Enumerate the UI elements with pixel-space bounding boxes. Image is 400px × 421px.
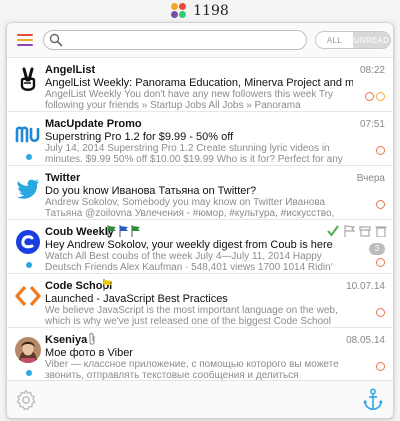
read-status-ring-icon[interactable] — [376, 362, 385, 371]
email-sender: Twitter — [45, 172, 81, 184]
flag-status-ring-icon[interactable] — [376, 92, 385, 101]
green-flag-icon[interactable] — [107, 225, 117, 237]
status-rings[interactable] — [374, 200, 385, 209]
filter-unread-button[interactable]: UNREAD — [353, 32, 390, 48]
email-sender: Coub Weekly — [45, 226, 114, 238]
flag-group — [107, 225, 143, 237]
read-status-ring-icon[interactable] — [365, 92, 374, 101]
read-status-ring-icon[interactable] — [376, 308, 385, 317]
search-input[interactable] — [67, 32, 301, 48]
status-rings[interactable] — [374, 308, 385, 317]
blue-flag-icon[interactable] — [119, 225, 129, 237]
email-date: 07:51 — [359, 119, 385, 130]
gear-icon[interactable] — [15, 389, 37, 411]
trash-icon[interactable] — [375, 225, 387, 237]
email-date: 08:22 — [359, 65, 385, 76]
email-preview: Viber — классное приложение, с помощью к… — [45, 359, 339, 380]
toolbar: ALL UNREAD — [7, 23, 393, 58]
archive-icon[interactable] — [359, 225, 371, 237]
email-subject: Superstring Pro 1.2 for $9.99 - 50% off — [45, 131, 234, 143]
email-preview: AngelList Weekly You don't have any new … — [45, 89, 333, 111]
email-preview: Andrew Sokolov, Somebody you may know on… — [45, 197, 335, 219]
status-rings[interactable] — [374, 258, 385, 267]
email-subject: AngelList Weekly: Panorama Education, Mi… — [45, 77, 353, 89]
read-status-ring-icon[interactable] — [376, 200, 385, 209]
unread-dot[interactable] — [26, 262, 32, 268]
email-row[interactable]: AngelList 08:22 AngelList Weekly: Panora… — [7, 58, 393, 112]
email-row[interactable]: MacUpdate Promo 07:51 Superstring Pro 1.… — [7, 112, 393, 166]
mu-logo-icon — [15, 126, 40, 143]
email-sender: MacUpdate Promo — [45, 118, 142, 130]
email-row[interactable]: Kseniya 08.05.14 Мое фото в Viber Viber … — [7, 328, 393, 380]
status-rings[interactable] — [363, 92, 385, 101]
checkmark-icon[interactable] — [327, 225, 339, 237]
code-brackets-icon — [15, 285, 41, 307]
search-icon — [49, 33, 63, 47]
app-logo-icon — [171, 3, 189, 19]
green-flag-icon[interactable] — [131, 225, 141, 237]
email-preview: July 14, 2014 Superstring Pro 1.2 Create… — [45, 143, 343, 165]
email-subject: Мое фото в Viber — [45, 347, 133, 359]
mail-popover: ALL UNREAD AngelList 08:22 AngelList Wee… — [6, 22, 394, 419]
flag-outline-icon[interactable] — [343, 225, 355, 237]
anchor-icon[interactable] — [363, 388, 383, 412]
thread-count-badge: 3 — [369, 243, 385, 255]
email-preview: We believe JavaScript is the most import… — [45, 305, 338, 327]
flag-group — [103, 279, 115, 291]
menubar-status[interactable]: 1198 — [0, 0, 400, 22]
email-preview: Watch All Best coubs of the week July 4—… — [45, 251, 333, 273]
email-date: 08.05.14 — [346, 335, 385, 346]
search-box[interactable] — [43, 30, 307, 50]
twitter-bird-icon — [17, 179, 39, 199]
email-sender: AngelList — [45, 64, 96, 76]
email-list: AngelList 08:22 AngelList Weekly: Panora… — [7, 58, 393, 380]
read-status-ring-icon[interactable] — [376, 146, 385, 155]
email-row[interactable]: Twitter Вчера Do you know Иванова Татьян… — [7, 166, 393, 220]
victory-hand-icon — [20, 67, 36, 91]
avatar-photo — [15, 337, 41, 363]
coub-logo-icon — [16, 230, 40, 254]
filter-toggle[interactable]: ALL UNREAD — [315, 31, 391, 49]
email-sender: Kseniya — [45, 334, 88, 346]
unread-dot[interactable] — [26, 370, 32, 376]
email-date: Вчера — [356, 173, 385, 184]
email-subject: Do you know Иванова Татьяна on Twitter? — [45, 185, 257, 197]
yellow-flag-icon[interactable] — [103, 279, 113, 291]
unread-dot[interactable] — [26, 154, 32, 160]
read-status-ring-icon[interactable] — [376, 258, 385, 267]
email-subject: Launched - JavaScript Best Practices — [45, 293, 228, 305]
status-rings[interactable] — [374, 146, 385, 155]
email-subject: Hey Andrew Sokolov, your weekly digest f… — [45, 239, 333, 251]
row-actions — [323, 225, 387, 237]
status-rings[interactable] — [374, 362, 385, 371]
email-row[interactable]: Code School 10.07.14 Launched - JavaScri… — [7, 274, 393, 328]
footer-bar — [7, 380, 393, 418]
hamburger-menu-icon[interactable] — [17, 33, 33, 47]
filter-all-button[interactable]: ALL — [316, 32, 353, 48]
email-row[interactable]: Coub Weekly 3 Hey Andrew Sokolov, your w… — [7, 220, 393, 274]
email-date: 10.07.14 — [346, 281, 385, 292]
unread-counter: 1198 — [193, 3, 229, 19]
paperclip-icon — [89, 332, 95, 345]
